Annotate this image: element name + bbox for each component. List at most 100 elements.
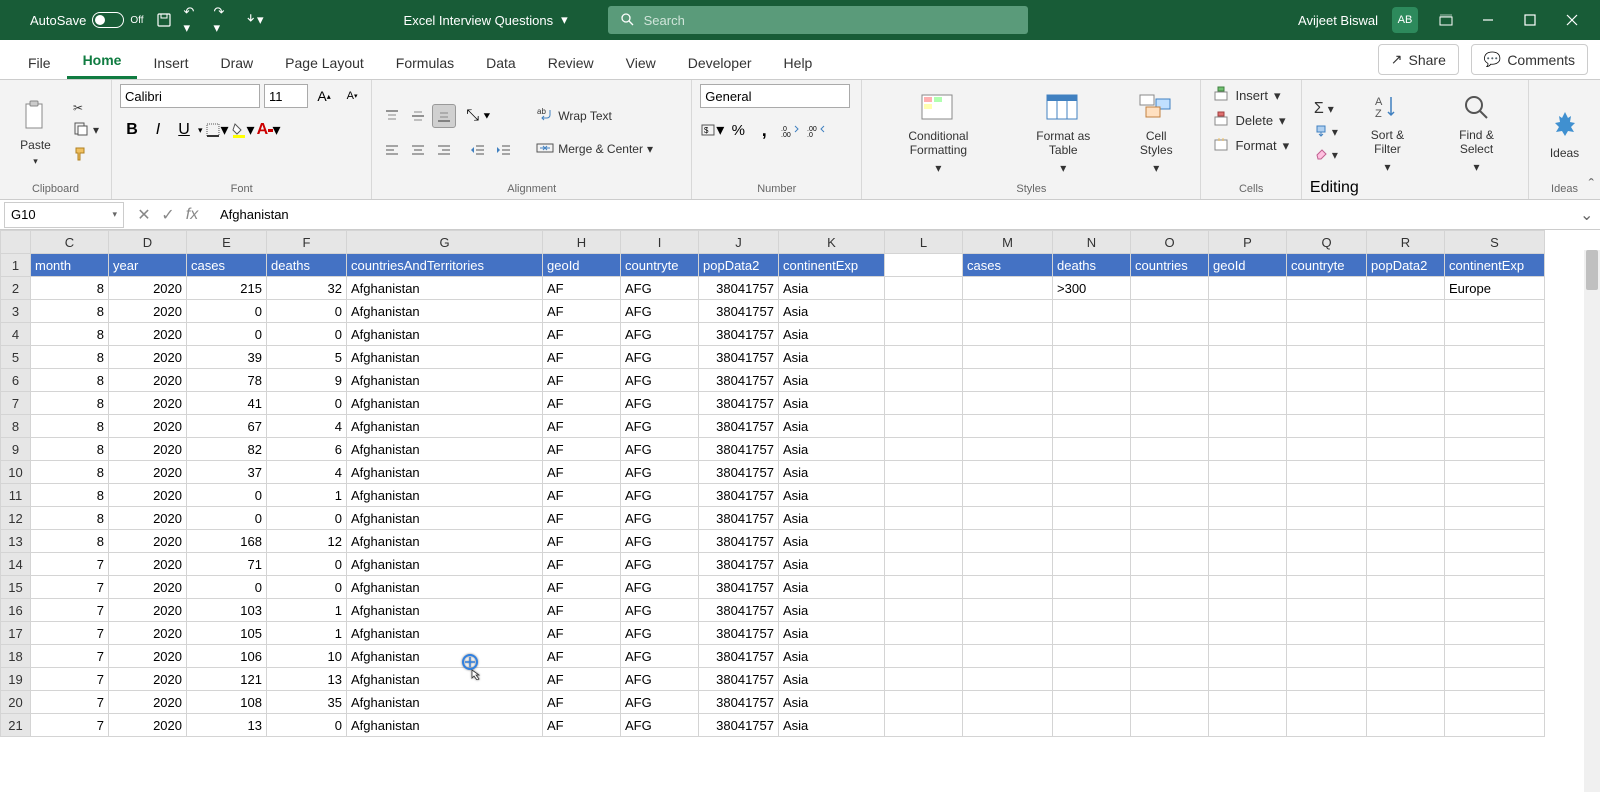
cell[interactable] xyxy=(1287,622,1367,645)
cell[interactable] xyxy=(1053,461,1131,484)
column-header[interactable]: P xyxy=(1209,231,1287,254)
cell[interactable]: Asia xyxy=(779,645,885,668)
row-header[interactable]: 9 xyxy=(1,438,31,461)
cell[interactable]: AF xyxy=(543,415,621,438)
cell[interactable] xyxy=(1445,599,1545,622)
cell[interactable]: AFG xyxy=(621,346,699,369)
cell[interactable]: AFG xyxy=(621,507,699,530)
cell[interactable] xyxy=(1287,461,1367,484)
cell[interactable] xyxy=(1287,300,1367,323)
cell[interactable] xyxy=(1287,323,1367,346)
cell[interactable]: 2020 xyxy=(109,576,187,599)
cell[interactable] xyxy=(1445,507,1545,530)
merge-center-button[interactable]: Merge & Center ▾ xyxy=(532,138,657,161)
delete-cells-button[interactable]: Delete ▾ xyxy=(1209,109,1289,132)
cell[interactable]: popData2 xyxy=(699,254,779,277)
align-bottom-icon[interactable] xyxy=(432,104,456,128)
cell[interactable] xyxy=(1445,553,1545,576)
cell[interactable]: 2020 xyxy=(109,392,187,415)
cell[interactable] xyxy=(1131,392,1209,415)
cell[interactable] xyxy=(1053,507,1131,530)
cell[interactable]: 2020 xyxy=(109,599,187,622)
cell[interactable]: Afghanistan xyxy=(347,415,543,438)
row-header[interactable]: 15 xyxy=(1,576,31,599)
cell[interactable]: 10 xyxy=(267,645,347,668)
cell[interactable]: AFG xyxy=(621,622,699,645)
align-center-icon[interactable] xyxy=(406,138,430,162)
cell[interactable]: 8 xyxy=(31,369,109,392)
row-header[interactable]: 11 xyxy=(1,484,31,507)
cell[interactable] xyxy=(885,323,963,346)
cell[interactable]: 7 xyxy=(31,645,109,668)
cell[interactable]: continentExp xyxy=(1445,254,1545,277)
row-header[interactable]: 7 xyxy=(1,392,31,415)
cell[interactable] xyxy=(1445,346,1545,369)
cell[interactable]: AFG xyxy=(621,461,699,484)
cell[interactable]: Asia xyxy=(779,300,885,323)
cell[interactable]: Europe xyxy=(1445,277,1545,300)
vertical-scrollbar[interactable] xyxy=(1584,250,1600,792)
cell[interactable] xyxy=(1367,507,1445,530)
cell[interactable]: Asia xyxy=(779,714,885,737)
cell[interactable]: 37 xyxy=(187,461,267,484)
cell[interactable]: 2020 xyxy=(109,300,187,323)
cell[interactable]: 38041757 xyxy=(699,438,779,461)
cell[interactable] xyxy=(1053,622,1131,645)
cell[interactable]: AF xyxy=(543,461,621,484)
cell[interactable] xyxy=(1287,645,1367,668)
align-middle-icon[interactable] xyxy=(406,104,430,128)
cell[interactable]: 38041757 xyxy=(699,530,779,553)
cell[interactable]: month xyxy=(31,254,109,277)
close-icon[interactable] xyxy=(1558,6,1586,34)
cell[interactable] xyxy=(1445,323,1545,346)
align-right-icon[interactable] xyxy=(432,138,456,162)
cell[interactable]: 2020 xyxy=(109,714,187,737)
bold-button[interactable]: B xyxy=(120,118,144,142)
sort-filter-button[interactable]: AZ Sort & Filter▾ xyxy=(1348,85,1427,177)
copy-button[interactable]: ▾ xyxy=(69,119,103,142)
cell[interactable]: Asia xyxy=(779,346,885,369)
column-header[interactable]: F xyxy=(267,231,347,254)
cell[interactable]: 38041757 xyxy=(699,415,779,438)
cell[interactable]: Asia xyxy=(779,668,885,691)
cell[interactable] xyxy=(1367,530,1445,553)
cell[interactable] xyxy=(1209,392,1287,415)
cell[interactable]: 2020 xyxy=(109,461,187,484)
cell[interactable] xyxy=(1131,714,1209,737)
cell[interactable] xyxy=(963,484,1053,507)
cell[interactable] xyxy=(1209,668,1287,691)
cell[interactable]: 82 xyxy=(187,438,267,461)
cell[interactable]: 38041757 xyxy=(699,622,779,645)
decrease-decimal-icon[interactable]: .00.0 xyxy=(804,118,828,142)
cell[interactable]: 0 xyxy=(267,507,347,530)
cell[interactable]: AF xyxy=(543,691,621,714)
cell[interactable] xyxy=(963,691,1053,714)
cell[interactable]: 38041757 xyxy=(699,484,779,507)
cell[interactable]: 1 xyxy=(267,599,347,622)
percent-icon[interactable]: % xyxy=(726,118,750,142)
name-box[interactable]: G10▾ xyxy=(4,202,124,228)
cell[interactable] xyxy=(1367,645,1445,668)
cell[interactable]: AF xyxy=(543,576,621,599)
cell[interactable] xyxy=(1209,622,1287,645)
cell[interactable]: geoId xyxy=(1209,254,1287,277)
accounting-format-icon[interactable]: $▾ xyxy=(700,118,724,142)
cell[interactable] xyxy=(963,599,1053,622)
cell[interactable]: 8 xyxy=(31,392,109,415)
autosave-toggle[interactable]: AutoSave Off xyxy=(30,12,144,28)
cell[interactable]: AF xyxy=(543,622,621,645)
cell[interactable]: 38041757 xyxy=(699,599,779,622)
cell[interactable]: 2020 xyxy=(109,346,187,369)
cell[interactable] xyxy=(1287,415,1367,438)
autosum-button[interactable]: Σ ▾ xyxy=(1310,98,1342,120)
cell[interactable]: Afghanistan xyxy=(347,714,543,737)
font-color-button[interactable]: A ▾ xyxy=(257,118,281,142)
cell[interactable] xyxy=(963,622,1053,645)
cell[interactable]: 38041757 xyxy=(699,553,779,576)
cell[interactable] xyxy=(1053,553,1131,576)
cell[interactable]: 5 xyxy=(267,346,347,369)
cell[interactable] xyxy=(1287,369,1367,392)
cell[interactable] xyxy=(1053,346,1131,369)
cell[interactable] xyxy=(1053,576,1131,599)
cell[interactable]: 7 xyxy=(31,622,109,645)
